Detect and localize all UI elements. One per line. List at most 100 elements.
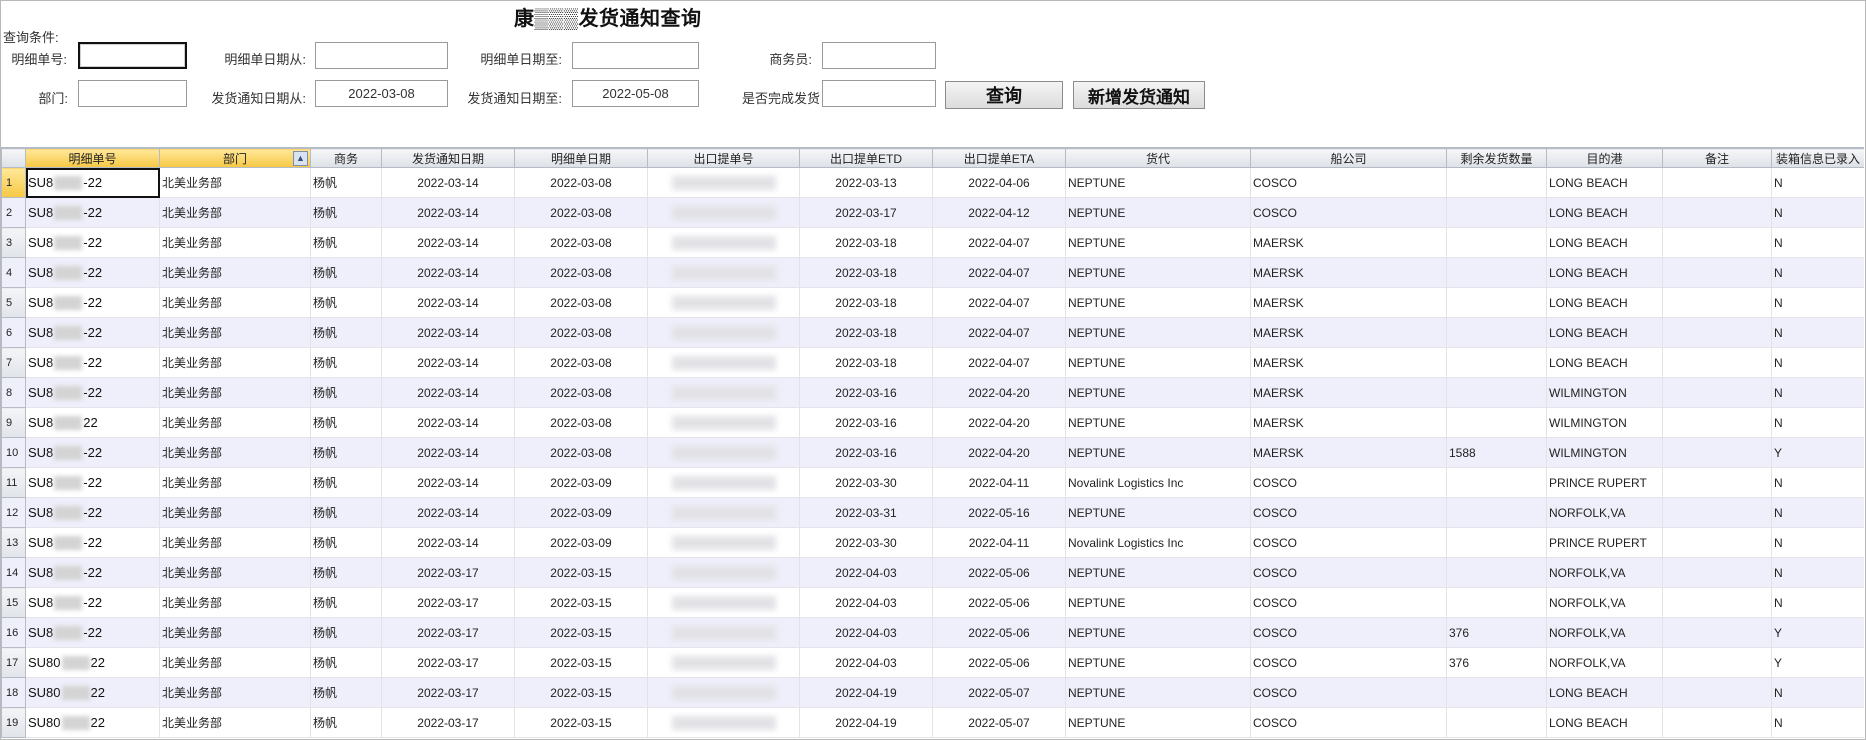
notice-date-to-input[interactable] bbox=[572, 80, 699, 107]
cell-eta[interactable]: 2022-04-20 bbox=[932, 407, 1066, 438]
table-row[interactable]: 19 SU80 22 北美业务部 杨帆 2022-03-17 2022-03-15 2022-… bbox=[1, 707, 1864, 738]
cell-detail-date[interactable]: 2022-03-08 bbox=[514, 197, 648, 228]
salesperson-input[interactable] bbox=[822, 42, 936, 69]
cell-notice-date[interactable]: 2022-03-14 bbox=[381, 497, 515, 528]
cell-detail-date[interactable]: 2022-03-15 bbox=[514, 677, 648, 708]
cell-etd[interactable]: 2022-03-17 bbox=[799, 197, 933, 228]
cell-notice-date[interactable]: 2022-03-17 bbox=[381, 677, 515, 708]
cell-remark[interactable] bbox=[1662, 317, 1772, 348]
cell-dept[interactable]: 北美业务部 bbox=[159, 167, 311, 198]
cell-detail-no[interactable]: SU80 22 bbox=[25, 707, 160, 738]
cell-sales[interactable]: 杨帆 bbox=[310, 407, 382, 438]
cell-remark[interactable] bbox=[1662, 287, 1772, 318]
cell-forwarder[interactable]: NEPTUNE bbox=[1065, 197, 1251, 228]
row-number[interactable]: 14 bbox=[1, 557, 26, 588]
cell-dest-port[interactable]: NORFOLK,VA bbox=[1546, 587, 1663, 618]
cell-dest-port[interactable]: LONG BEACH bbox=[1546, 287, 1663, 318]
cell-etd[interactable]: 2022-03-18 bbox=[799, 347, 933, 378]
cell-remaining-qty[interactable] bbox=[1446, 407, 1547, 438]
cell-detail-date[interactable]: 2022-03-15 bbox=[514, 617, 648, 648]
cell-remark[interactable] bbox=[1662, 467, 1772, 498]
cell-dept[interactable]: 北美业务部 bbox=[159, 557, 311, 588]
cell-forwarder[interactable]: NEPTUNE bbox=[1065, 227, 1251, 258]
cell-detail-no[interactable]: SU8 -22 bbox=[25, 377, 160, 408]
cell-dest-port[interactable]: PRINCE RUPERT bbox=[1546, 467, 1663, 498]
cell-bl-no[interactable] bbox=[647, 437, 800, 468]
cell-forwarder[interactable]: NEPTUNE bbox=[1065, 617, 1251, 648]
cell-notice-date[interactable]: 2022-03-14 bbox=[381, 287, 515, 318]
cell-packing-entered[interactable]: N bbox=[1771, 707, 1864, 738]
cell-dept[interactable]: 北美业务部 bbox=[159, 227, 311, 258]
cell-shipping-line[interactable]: COSCO bbox=[1250, 647, 1447, 678]
cell-shipping-line[interactable]: MAERSK bbox=[1250, 377, 1447, 408]
cell-dest-port[interactable]: LONG BEACH bbox=[1546, 347, 1663, 378]
table-row[interactable]: 8 SU8 -22 北美业务部 杨帆 2022-03-14 2022-03-08 2022-0… bbox=[1, 377, 1864, 408]
cell-remaining-qty[interactable] bbox=[1446, 587, 1547, 618]
cell-remark[interactable] bbox=[1662, 497, 1772, 528]
cell-detail-no[interactable]: SU8 -22 bbox=[25, 197, 160, 228]
cell-etd[interactable]: 2022-04-03 bbox=[799, 587, 933, 618]
cell-sales[interactable]: 杨帆 bbox=[310, 257, 382, 288]
cell-bl-no[interactable] bbox=[647, 377, 800, 408]
row-number[interactable]: 6 bbox=[1, 317, 26, 348]
cell-detail-date[interactable]: 2022-03-09 bbox=[514, 527, 648, 558]
cell-remaining-qty[interactable]: 376 bbox=[1446, 647, 1547, 678]
cell-detail-date[interactable]: 2022-03-08 bbox=[514, 377, 648, 408]
cell-packing-entered[interactable]: N bbox=[1771, 317, 1864, 348]
table-row[interactable]: 14 SU8 -22 北美业务部 杨帆 2022-03-17 2022-03-15 2022-… bbox=[1, 557, 1864, 588]
table-row[interactable]: 11 SU8 -22 北美业务部 杨帆 2022-03-14 2022-03-09 2022-… bbox=[1, 467, 1864, 498]
col-header-forwarder[interactable]: 货代 bbox=[1065, 148, 1251, 168]
cell-detail-no[interactable]: SU8 -22 bbox=[25, 437, 160, 468]
cell-forwarder[interactable]: NEPTUNE bbox=[1065, 707, 1251, 738]
cell-remark[interactable] bbox=[1662, 347, 1772, 378]
cell-eta[interactable]: 2022-05-07 bbox=[932, 677, 1066, 708]
cell-notice-date[interactable]: 2022-03-17 bbox=[381, 707, 515, 738]
cell-detail-no[interactable]: SU8 -22 bbox=[25, 227, 160, 258]
col-header-shipping-line[interactable]: 船公司 bbox=[1250, 148, 1447, 168]
cell-etd[interactable]: 2022-03-16 bbox=[799, 377, 933, 408]
cell-remaining-qty[interactable] bbox=[1446, 377, 1547, 408]
cell-shipping-line[interactable]: COSCO bbox=[1250, 497, 1447, 528]
cell-forwarder[interactable]: NEPTUNE bbox=[1065, 257, 1251, 288]
cell-notice-date[interactable]: 2022-03-14 bbox=[381, 227, 515, 258]
cell-notice-date[interactable]: 2022-03-14 bbox=[381, 527, 515, 558]
cell-detail-date[interactable]: 2022-03-15 bbox=[514, 707, 648, 738]
cell-packing-entered[interactable]: N bbox=[1771, 677, 1864, 708]
cell-dest-port[interactable]: LONG BEACH bbox=[1546, 257, 1663, 288]
row-number[interactable]: 12 bbox=[1, 497, 26, 528]
cell-detail-date[interactable]: 2022-03-08 bbox=[514, 167, 648, 198]
cell-shipping-line[interactable]: MAERSK bbox=[1250, 407, 1447, 438]
cell-sales[interactable]: 杨帆 bbox=[310, 467, 382, 498]
corner-cell[interactable] bbox=[1, 148, 26, 168]
cell-etd[interactable]: 2022-03-18 bbox=[799, 317, 933, 348]
cell-notice-date[interactable]: 2022-03-14 bbox=[381, 347, 515, 378]
cell-forwarder[interactable]: NEPTUNE bbox=[1065, 317, 1251, 348]
cell-sales[interactable]: 杨帆 bbox=[310, 437, 382, 468]
row-number[interactable]: 8 bbox=[1, 377, 26, 408]
cell-bl-no[interactable] bbox=[647, 587, 800, 618]
cell-dept[interactable]: 北美业务部 bbox=[159, 347, 311, 378]
cell-forwarder[interactable]: NEPTUNE bbox=[1065, 497, 1251, 528]
cell-detail-no[interactable]: SU8 -22 bbox=[25, 257, 160, 288]
cell-bl-no[interactable] bbox=[647, 527, 800, 558]
cell-packing-entered[interactable]: Y bbox=[1771, 617, 1864, 648]
col-header-packing-entered[interactable]: 装箱信息已录入 bbox=[1771, 148, 1864, 168]
row-number[interactable]: 13 bbox=[1, 527, 26, 558]
cell-remaining-qty[interactable] bbox=[1446, 347, 1547, 378]
cell-dest-port[interactable]: LONG BEACH bbox=[1546, 227, 1663, 258]
row-number[interactable]: 9 bbox=[1, 407, 26, 438]
cell-remark[interactable] bbox=[1662, 377, 1772, 408]
cell-etd[interactable]: 2022-04-03 bbox=[799, 617, 933, 648]
cell-dept[interactable]: 北美业务部 bbox=[159, 197, 311, 228]
table-row[interactable]: 10 SU8 -22 北美业务部 杨帆 2022-03-14 2022-03-08 2022-… bbox=[1, 437, 1864, 468]
cell-shipping-line[interactable]: MAERSK bbox=[1250, 227, 1447, 258]
cell-dest-port[interactable]: NORFOLK,VA bbox=[1546, 557, 1663, 588]
cell-detail-date[interactable]: 2022-03-15 bbox=[514, 557, 648, 588]
cell-shipping-line[interactable]: MAERSK bbox=[1250, 317, 1447, 348]
col-header-notice-date[interactable]: 发货通知日期 bbox=[381, 148, 515, 168]
row-number[interactable]: 15 bbox=[1, 587, 26, 618]
cell-forwarder[interactable]: NEPTUNE bbox=[1065, 677, 1251, 708]
table-row[interactable]: 6 SU8 -22 北美业务部 杨帆 2022-03-14 2022-03-08 2022-0… bbox=[1, 317, 1864, 348]
cell-sales[interactable]: 杨帆 bbox=[310, 557, 382, 588]
cell-bl-no[interactable] bbox=[647, 197, 800, 228]
